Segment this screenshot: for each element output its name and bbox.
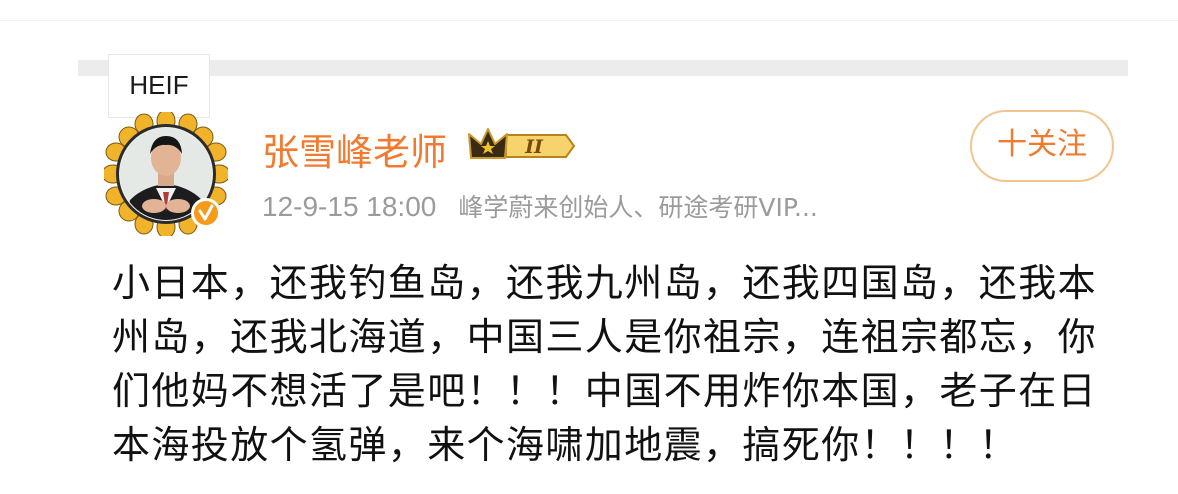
post-content-line: 小日本，还我钓鱼岛，还我九州岛，还我四国岛，还我本 xyxy=(112,261,1098,305)
top-separator-bar xyxy=(78,60,1128,76)
crown-icon[interactable]: II xyxy=(466,124,576,168)
format-label: HEIF xyxy=(108,54,210,118)
post-content-line: 州岛，还我北海道，中国三人是你祖宗，连祖宗都忘，你 xyxy=(112,315,1098,359)
post-content-line: 们他妈不想活了是吧！！！中国不用炸你本国，老子在日 xyxy=(112,369,1098,413)
top-divider xyxy=(0,20,1178,21)
post-timestamp: 12-9-15 18:00 xyxy=(262,191,437,222)
author-source: 峰学蔚来创始人、研途考研VIP... xyxy=(458,193,818,222)
follow-button[interactable]: 十关注 xyxy=(970,110,1114,182)
vip-level: II xyxy=(524,136,544,158)
post-meta: 12-9-15 18:00 峰学蔚来创始人、研途考研VIP... xyxy=(262,188,818,224)
post-content-line: 本海投放个氢弹，来个海啸加地震，搞死你！！！！ xyxy=(112,423,1019,467)
verified-badge-icon xyxy=(191,198,221,228)
avatar[interactable] xyxy=(104,112,228,236)
author-name[interactable]: 张雪峰老师 xyxy=(262,122,447,176)
post-content: 小日本，还我钓鱼岛，还我九州岛，还我四国岛，还我本 州岛，还我北海道，中国三人是… xyxy=(112,256,1122,472)
